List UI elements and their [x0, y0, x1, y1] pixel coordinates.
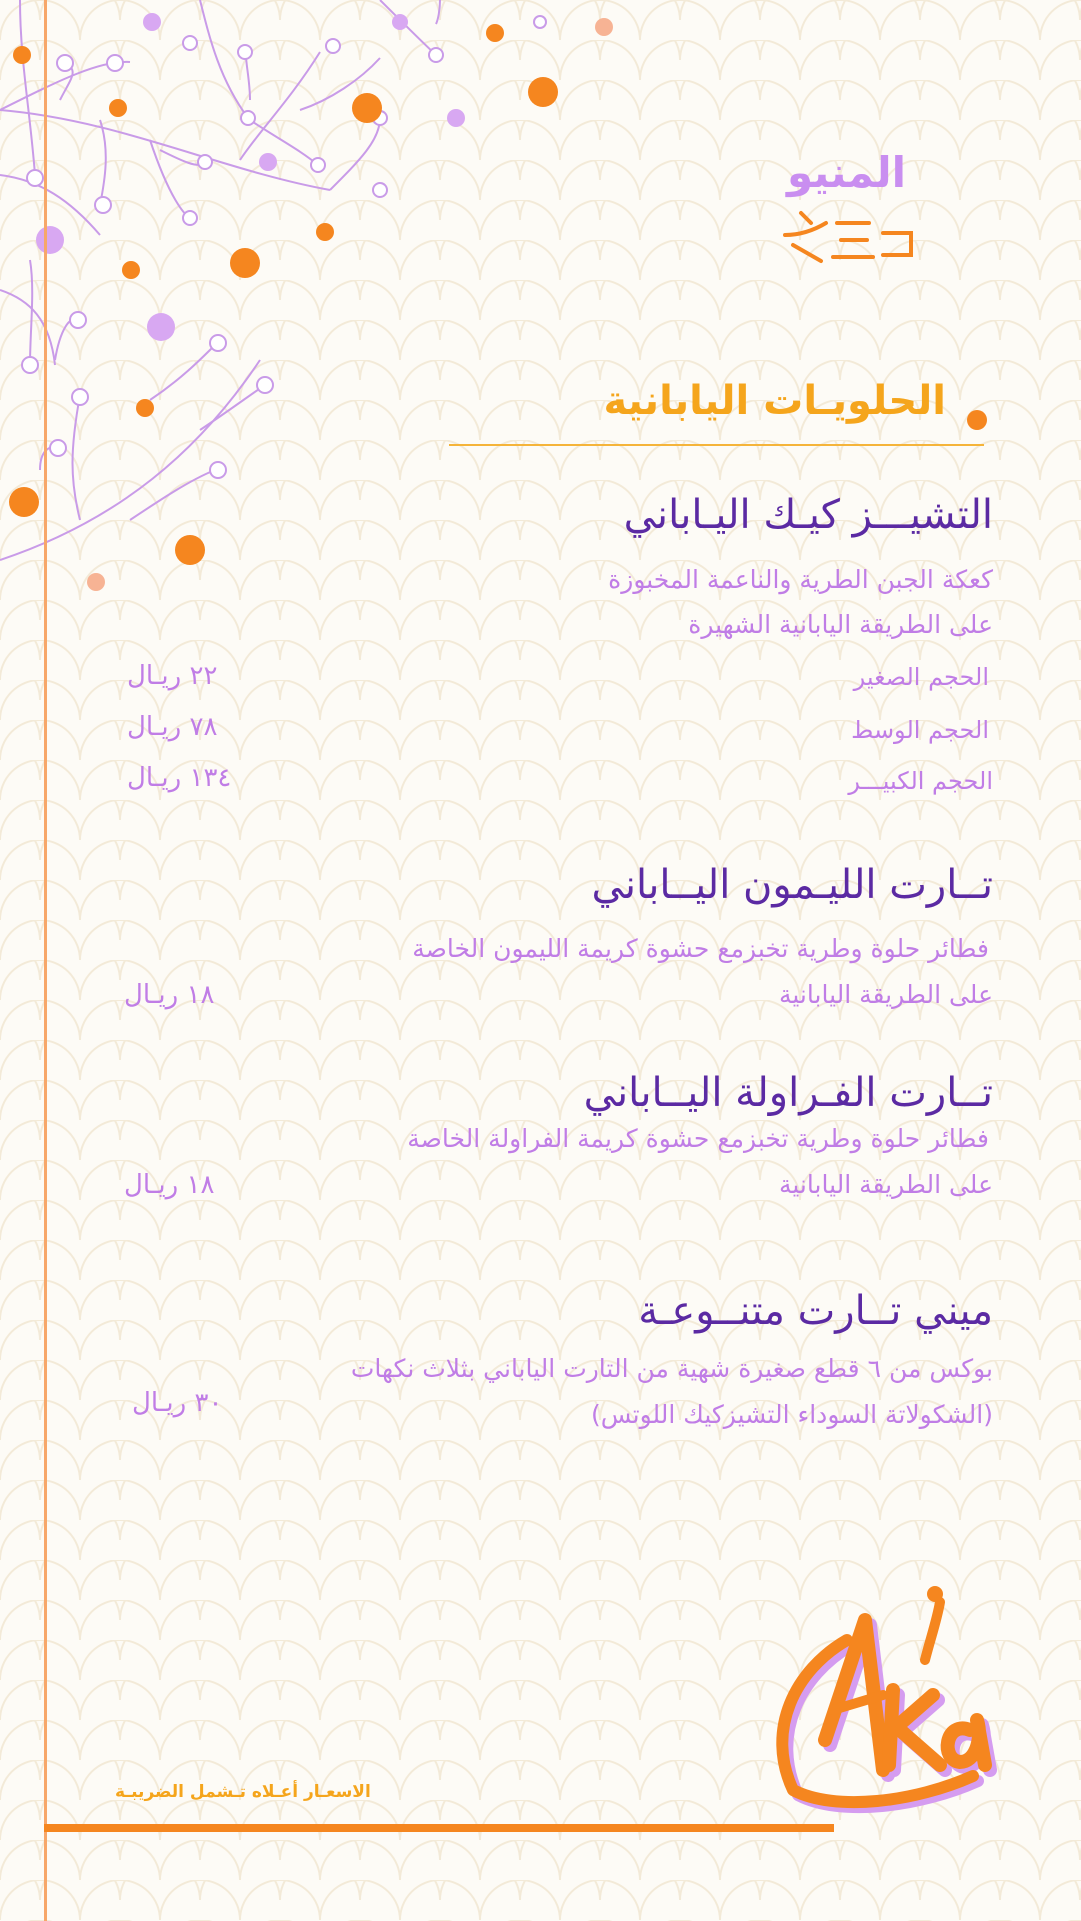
item-desc-mini-tart-line2: (الشكولاتة السوداء التشيزكيك اللوتس) [590, 1400, 993, 1429]
vertical-border-line [44, 0, 47, 1921]
item-name-lemon-tart: تــارت الليـمون اليــاباني [591, 862, 993, 908]
price-medium: ٧٨ ريـال [127, 712, 218, 742]
price-small: ٢٢ ريـال [127, 661, 218, 691]
horizontal-border-line [44, 1824, 834, 1832]
size-label-medium: الحجم الوسط [851, 716, 989, 744]
price-strawberry-tart: ١٨ ريـال [124, 1170, 215, 1200]
japanese-menu-glyph [783, 211, 913, 263]
akira-logo [776, 1586, 997, 1814]
item-desc-mini-tart-line1: بوكس من ٦ قطع صغيرة شهية من التارت الياب… [350, 1354, 993, 1383]
item-desc-cheesecake-line2: على الطريقة اليابانية الشهيرة [688, 610, 993, 639]
item-desc-cheesecake-line1: كعكة الجبن الطرية والناعمة المخبوزة [608, 565, 993, 594]
item-desc-lemon-tart-line2: على الطريقة اليابانية [778, 980, 993, 1009]
item-name-cheesecake: التشيـــز كيـك اليـاباني [623, 492, 993, 538]
item-name-strawberry-tart: تــارت الفـراولة اليــاباني [583, 1070, 993, 1116]
item-desc-lemon-tart-line1: فطائر حلوة وطرية تخبزمع حشوة كريمة الليم… [412, 934, 989, 963]
section-underline [449, 444, 984, 446]
section-bullet-dot [967, 410, 987, 430]
price-large: ١٣٤ ريـال [127, 763, 232, 793]
tax-note: الاسعـار أعـلاه تـشمل الضريبـة [115, 1782, 371, 1802]
item-name-mini-tart: ميني تــارت متنــوعـة [638, 1288, 993, 1334]
size-label-large: الحجم الكبيـــر [848, 767, 993, 795]
price-mini-tart: ٣٠ ريـال [132, 1388, 223, 1418]
menu-title: المنيو [787, 148, 906, 197]
price-lemon-tart: ١٨ ريـال [124, 980, 215, 1010]
section-title: الحلويـات اليابانية [603, 378, 946, 424]
size-label-small: الحجم الصغير [853, 663, 989, 691]
item-desc-strawberry-tart-line1: فطائر حلوة وطرية تخبزمع حشوة كريمة الفرا… [407, 1124, 989, 1153]
item-desc-strawberry-tart-line2: على الطريقة اليابانية [778, 1170, 993, 1199]
